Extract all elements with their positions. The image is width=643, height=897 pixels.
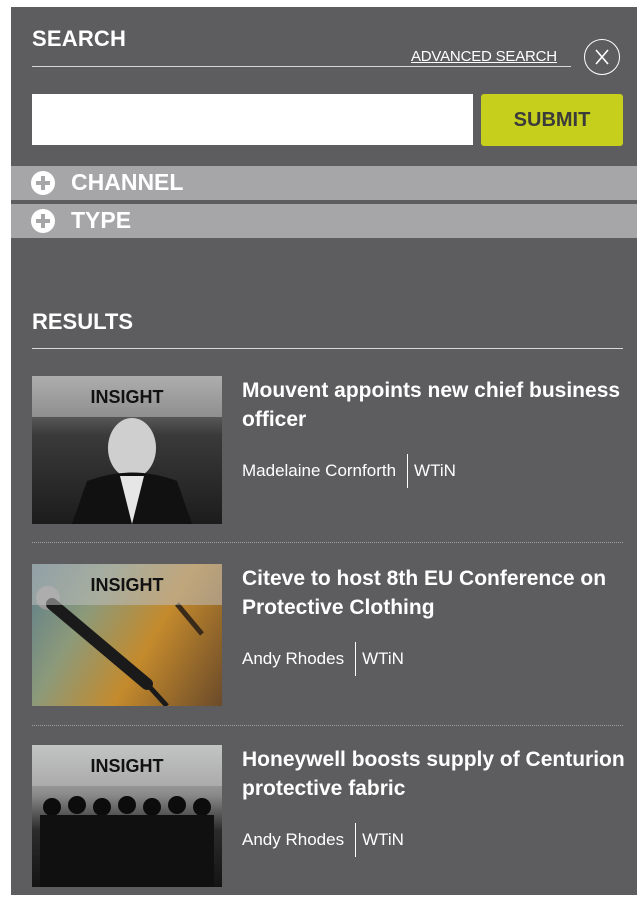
close-button[interactable] — [584, 39, 620, 75]
plus-circle-icon — [31, 209, 55, 233]
filter-channel[interactable]: CHANNEL — [11, 166, 637, 200]
result-title[interactable]: Citeve to host 8th EU Conference on Prot… — [242, 564, 627, 622]
result-source[interactable]: WTiN — [355, 642, 404, 676]
filter-label: CHANNEL — [71, 169, 184, 195]
result-thumbnail[interactable]: INSIGHT — [32, 564, 222, 706]
result-item[interactable]: INSIGHT Mouvent appoints new chief busin… — [32, 376, 623, 526]
insight-tag: INSIGHT — [90, 387, 164, 407]
result-author[interactable]: Madelaine Cornforth — [242, 454, 407, 488]
result-item[interactable]: INSIGHT Citeve to host 8th EU Conference… — [32, 564, 623, 714]
result-source[interactable]: WTiN — [407, 454, 456, 488]
search-panel: SEARCH ADVANCED SEARCH SUBMIT CHANNEL TY… — [11, 7, 637, 895]
submit-button[interactable]: SUBMIT — [481, 94, 623, 146]
result-author[interactable]: Andy Rhodes — [242, 642, 355, 676]
insight-tag: INSIGHT — [90, 756, 164, 776]
result-title[interactable]: Mouvent appoints new chief business offi… — [242, 376, 627, 434]
result-meta: Madelaine Cornforth WTiN — [242, 454, 456, 488]
result-meta: Andy Rhodes WTiN — [242, 823, 404, 857]
result-thumbnail[interactable]: INSIGHT — [32, 376, 222, 524]
insight-tag: INSIGHT — [90, 575, 164, 595]
search-input[interactable] — [32, 94, 473, 145]
filter-type[interactable]: TYPE — [11, 204, 637, 238]
result-meta: Andy Rhodes WTiN — [242, 642, 404, 676]
result-thumbnail[interactable]: INSIGHT — [32, 745, 222, 887]
results-title: RESULTS — [32, 309, 134, 334]
plus-circle-icon — [31, 171, 55, 195]
result-divider — [32, 542, 623, 543]
result-item[interactable]: INSIGHT Honeywell boosts supply of Centu… — [32, 745, 625, 895]
result-divider — [32, 725, 623, 726]
title-divider — [32, 66, 571, 67]
result-author[interactable]: Andy Rhodes — [242, 823, 355, 857]
result-title[interactable]: Honeywell boosts supply of Centurion pro… — [242, 745, 627, 803]
close-icon — [595, 49, 609, 65]
filter-label: TYPE — [71, 207, 132, 233]
results-divider — [32, 348, 623, 349]
result-source[interactable]: WTiN — [355, 823, 404, 857]
advanced-search-link[interactable]: ADVANCED SEARCH — [411, 48, 557, 65]
search-title: SEARCH — [32, 26, 127, 51]
